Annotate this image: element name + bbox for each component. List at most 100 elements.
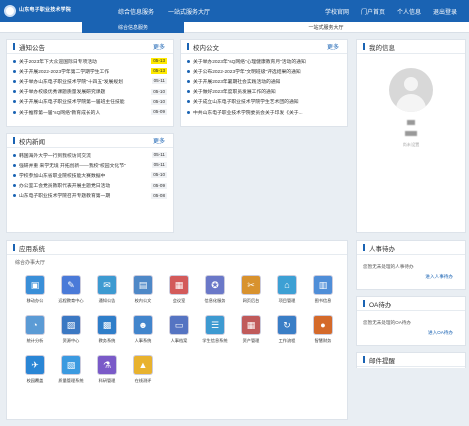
app-tile[interactable]: ⌂ 项目管理 (267, 275, 307, 315)
app-tile[interactable]: ▨ 资源中心 (51, 315, 91, 355)
doc-title[interactable]: 关于做好2023年度职员发展工作的通知 (193, 88, 323, 95)
doc-title: 校内公文 (193, 44, 219, 52)
app-tile[interactable]: ✈ 校园覆盖 (15, 355, 55, 395)
app-tile[interactable]: ▲ 在线测评 (123, 355, 163, 395)
news-title[interactable]: 强研并重 来学无境 开拓创新——我校“校园文化节” (19, 162, 149, 169)
app-label: 人事系统 (134, 338, 152, 343)
app-label: 资产管理 (242, 338, 260, 343)
notice-row[interactable]: 关于推荐第一届“sQ网络”教育成长的人 05-09 (13, 107, 167, 117)
hr-tasks-title: 人事待办 (369, 245, 395, 253)
doc-title[interactable]: 关于开展2023年暑期社会实践活动的通知 (193, 78, 323, 85)
doc-title[interactable]: 中共山东电子职业技术学院委员会关于印发《关于... (193, 109, 323, 116)
mail-title: 邮件提醒 (369, 357, 395, 365)
school-logo[interactable]: 山东电子职业技术学院 (4, 3, 84, 18)
link-personal-info[interactable]: 个人信息 (397, 7, 421, 16)
hr-tasks-header: 人事待办 (357, 241, 465, 255)
notice-title[interactable]: 关于举办山东电子职业技术学院“十四五”发展规划 (19, 78, 149, 85)
notice-date: 05-10 (151, 88, 167, 95)
news-date: 05-11 (151, 162, 167, 169)
tab-service-hall[interactable]: 一站式服务大厅 (275, 22, 377, 33)
avatar-icon[interactable] (389, 68, 433, 112)
oa-tasks-link[interactable]: 进入OA待办 (357, 330, 465, 336)
app-tile[interactable]: ✎ 远程教育中心 (51, 275, 91, 315)
app-tile[interactable]: ▭ 人事档案 (159, 315, 199, 355)
bullet-icon (13, 79, 16, 83)
bullet-icon (13, 163, 16, 167)
doc-row[interactable]: 关于公布2022-2023学年“文明班级”评选结果的通知 (187, 66, 341, 76)
app-tile[interactable]: ☻ 人事系统 (123, 315, 163, 355)
doc-title[interactable]: 关于公布2022-2023学年“文明班级”评选结果的通知 (193, 68, 323, 75)
tab-comprehensive[interactable]: 综合信息服务 (82, 22, 184, 33)
logo-emblem-icon (4, 4, 16, 17)
doc-row[interactable]: 中共山东电子职业技术学院委员会关于印发《关于... (187, 107, 341, 117)
news-row[interactable]: 强研并重 来学无境 开拓创新——我校“校园文化节” 05-11 (13, 160, 167, 170)
app-tile[interactable]: ↻ 工作流程 (267, 315, 307, 355)
app-tile[interactable]: ☰ 学生信息系统 (195, 315, 235, 355)
notice-title[interactable]: 关于开展2022-2023学年第二学期学生工作 (19, 68, 149, 75)
app-label: 项目管理 (278, 298, 296, 303)
app-label: 教务系统 (98, 338, 116, 343)
news-title[interactable]: 韩国海外大学一行到我校访问交流 (19, 152, 149, 159)
hr-tasks-panel: 人事待办 您暂无未处理的人事待办 进入人事待办 (356, 240, 466, 290)
app-icon: ✎ (61, 275, 81, 295)
doc-row[interactable]: 关于做好2023年度职员发展工作的通知 (187, 87, 341, 97)
link-school-site[interactable]: 学校官网 (325, 7, 349, 16)
oa-tasks-header: OA待办 (357, 297, 465, 311)
notice-date: 05-13 (151, 58, 167, 64)
app-label: 会议室 (172, 298, 186, 303)
app-tile[interactable]: ◔ 统计分析 (15, 315, 55, 355)
news-row[interactable]: 山东电子职业技术学院召开专题教育第一期 05-08 (13, 191, 167, 201)
notice-more-link[interactable]: 更多 (153, 42, 165, 51)
app-tile[interactable]: ▩ 教务系统 (87, 315, 127, 355)
notice-row[interactable]: 关于举办山东电子职业技术学院“十四五”发展规划 05-11 (13, 76, 167, 86)
notice-title[interactable]: 关于举办校级优秀课题质量发展研究课题 (19, 88, 149, 95)
nav-service-hall[interactable]: 一站式服务大厅 (168, 7, 210, 16)
doc-title[interactable]: 关于成立山东电子职业技术学院学生艺术团的通知 (193, 98, 323, 105)
link-logout[interactable]: 退出登录 (433, 7, 457, 16)
news-title[interactable]: 学校参加山东省职业院校技能大赛数据中 (19, 172, 149, 179)
doc-title[interactable]: 关于举办2023年“sQ网络”心理健康教育月”活动的通知 (193, 58, 323, 65)
news-title[interactable]: 山东电子职业技术学院召开专题教育第一期 (19, 192, 149, 199)
bullet-icon (187, 100, 190, 104)
notice-row[interactable]: 关于开展山东电子职业技术学院第一届班主任技能 05-10 (13, 97, 167, 107)
nav-comprehensive[interactable]: 综合信息服务 (118, 7, 154, 16)
news-row[interactable]: 办公室工会党员教职代表开展主题党日活动 05-09 (13, 181, 167, 191)
app-tile[interactable]: ▦ 资产管理 (231, 315, 271, 355)
app-tile[interactable]: ▣ 移动办公 (15, 275, 55, 315)
notice-title[interactable]: 关于2023年下大众迎国际日专项活动 (19, 58, 149, 65)
doc-more-link[interactable]: 更多 (327, 42, 339, 51)
app-tile[interactable]: ⚗ 科研管理 (87, 355, 127, 395)
notice-title[interactable]: 关于推荐第一届“sQ网络”教育成长的人 (19, 109, 149, 116)
app-tile[interactable]: ▧ 质量管理系统 (51, 355, 91, 395)
news-more-link[interactable]: 更多 (153, 136, 165, 145)
doc-row[interactable]: 关于成立山东电子职业技术学院学生艺术团的通知 (187, 97, 341, 107)
app-tile[interactable]: ● 智慧财务 (303, 315, 343, 355)
app-tile[interactable]: ▥ 图书信息 (303, 275, 343, 315)
avatar-head (404, 77, 418, 91)
notice-title[interactable]: 关于开展山东电子职业技术学院第一届班主任技能 (19, 98, 149, 105)
notice-date: 05-10 (151, 98, 167, 105)
app-label: 工作流程 (278, 338, 296, 343)
app-tile[interactable]: ▤ 校内公文 (123, 275, 163, 315)
news-row[interactable]: 学校参加山东省职业院校技能大赛数据中 05-10 (13, 170, 167, 180)
notice-date: 05-11 (151, 78, 167, 85)
doc-row[interactable]: 关于开展2023年暑期社会实践活动的通知 (187, 76, 341, 86)
oa-tasks-panel: OA待办 您暂无未处理的OA待办 进入OA待办 (356, 296, 466, 346)
bullet-icon (187, 69, 190, 73)
app-tile[interactable]: ✂ 网页后台 (231, 275, 271, 315)
notice-row[interactable]: 关于2023年下大众迎国际日专项活动 05-13 (13, 56, 167, 66)
news-row[interactable]: 韩国海外大学一行到我校访问交流 05-11 (13, 150, 167, 160)
news-title[interactable]: 办公室工会党员教职代表开展主题党日活动 (19, 182, 149, 189)
link-portal-home[interactable]: 门户首页 (361, 7, 385, 16)
bullet-icon (13, 184, 16, 188)
doc-row[interactable]: 关于举办2023年“sQ网络”心理健康教育月”活动的通知 (187, 56, 341, 66)
hr-tasks-link[interactable]: 进入人事待办 (357, 274, 465, 280)
notice-row[interactable]: 关于开展2022-2023学年第二学期学生工作 05-13 (13, 66, 167, 76)
news-header: 校内新闻 更多 (7, 134, 173, 148)
notice-row[interactable]: 关于举办校级优秀课题质量发展研究课题 05-10 (13, 87, 167, 97)
app-tile[interactable]: ▦ 会议室 (159, 275, 199, 315)
app-tile[interactable]: ✉ 通知公告 (87, 275, 127, 315)
mail-panel-box: 邮件提醒 (356, 352, 466, 368)
news-date: 05-10 (151, 172, 167, 179)
app-tile[interactable]: ✪ 信息化服务 (195, 275, 235, 315)
